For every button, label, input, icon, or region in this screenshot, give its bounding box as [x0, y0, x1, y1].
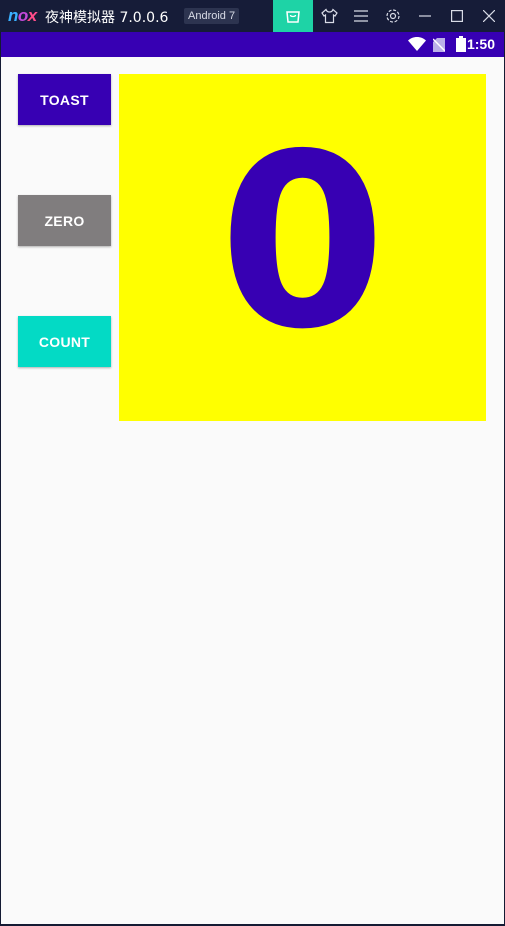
android-screen: 1:50 TOAST ZERO COUNT 0 — [0, 32, 505, 925]
shirt-icon — [320, 8, 338, 24]
nox-logo: nox — [8, 6, 37, 25]
menu-icon — [354, 10, 368, 22]
no-sim-icon — [433, 38, 445, 52]
android-version-badge: Android 7 — [184, 8, 240, 24]
shop-icon — [286, 11, 300, 23]
settings-icon — [386, 9, 400, 23]
status-time: 1:50 — [466, 36, 495, 52]
count-display: 0 — [119, 74, 486, 421]
emulator-title-bar: nox 夜神模拟器 7.0.0.6 Android 7 — [0, 0, 505, 32]
maximize-icon — [451, 10, 463, 22]
battery-icon — [456, 36, 466, 52]
wifi-icon — [408, 37, 426, 51]
minimize-icon — [419, 15, 431, 17]
shop-button[interactable] — [273, 0, 313, 32]
emulator-title: 夜神模拟器 7.0.0.6 — [45, 10, 169, 26]
count-button[interactable]: COUNT — [18, 316, 111, 367]
close-button[interactable] — [469, 0, 505, 32]
count-value: 0 — [219, 101, 386, 382]
status-bar: 1:50 — [1, 32, 504, 57]
zero-button[interactable]: ZERO — [18, 195, 111, 246]
close-icon — [483, 10, 495, 22]
toast-button[interactable]: TOAST — [18, 74, 111, 125]
